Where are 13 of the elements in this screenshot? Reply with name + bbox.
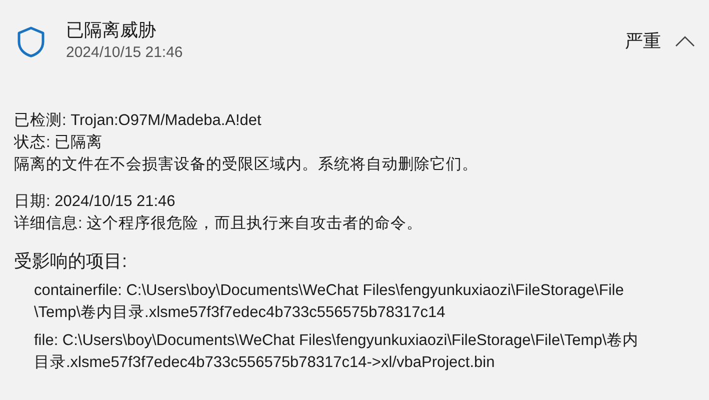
affected-path: file: C:\Users\boy\Documents\WeChat Files\fengyunkuxiaozi\FileStorage\File\Temp\卷内 目录.xlsme57f3f7edec4b733c556575b78317c14->xl/vbaProject.bin bbox=[33, 331, 640, 373]
threat-title: 已隔离威胁 bbox=[66, 19, 157, 42]
shield-icon bbox=[16, 26, 46, 58]
collapse-caret-icon[interactable] bbox=[675, 35, 695, 47]
severity-label: 严重 bbox=[625, 30, 661, 53]
detail-line: 已检测: Trojan:O97M/Madeba.A!det bbox=[14, 111, 262, 131]
affected-heading: 受影响的项目: bbox=[14, 250, 128, 273]
affected-path: containerfile: C:\Users\boy\Documents\WeChat Files\fengyunkuxiaozi\FileStorage\File \Temp\卷内目录.xlsme57f3f7edec4b733c556575b78317c14 bbox=[33, 281, 625, 323]
detail-line: 详细信息: 这个程序很危险，而且执行来自攻击者的命令。 bbox=[14, 214, 424, 234]
threat-time: 2024/10/15 21:46 bbox=[66, 43, 184, 63]
quarantine-note: 隔离的文件在不会损害设备的受限区域内。系统将自动删除它们。 bbox=[14, 154, 479, 175]
detail-line: 状态: 已隔离 bbox=[14, 133, 104, 153]
detail-line: 日期: 2024/10/15 21:46 bbox=[14, 192, 176, 212]
